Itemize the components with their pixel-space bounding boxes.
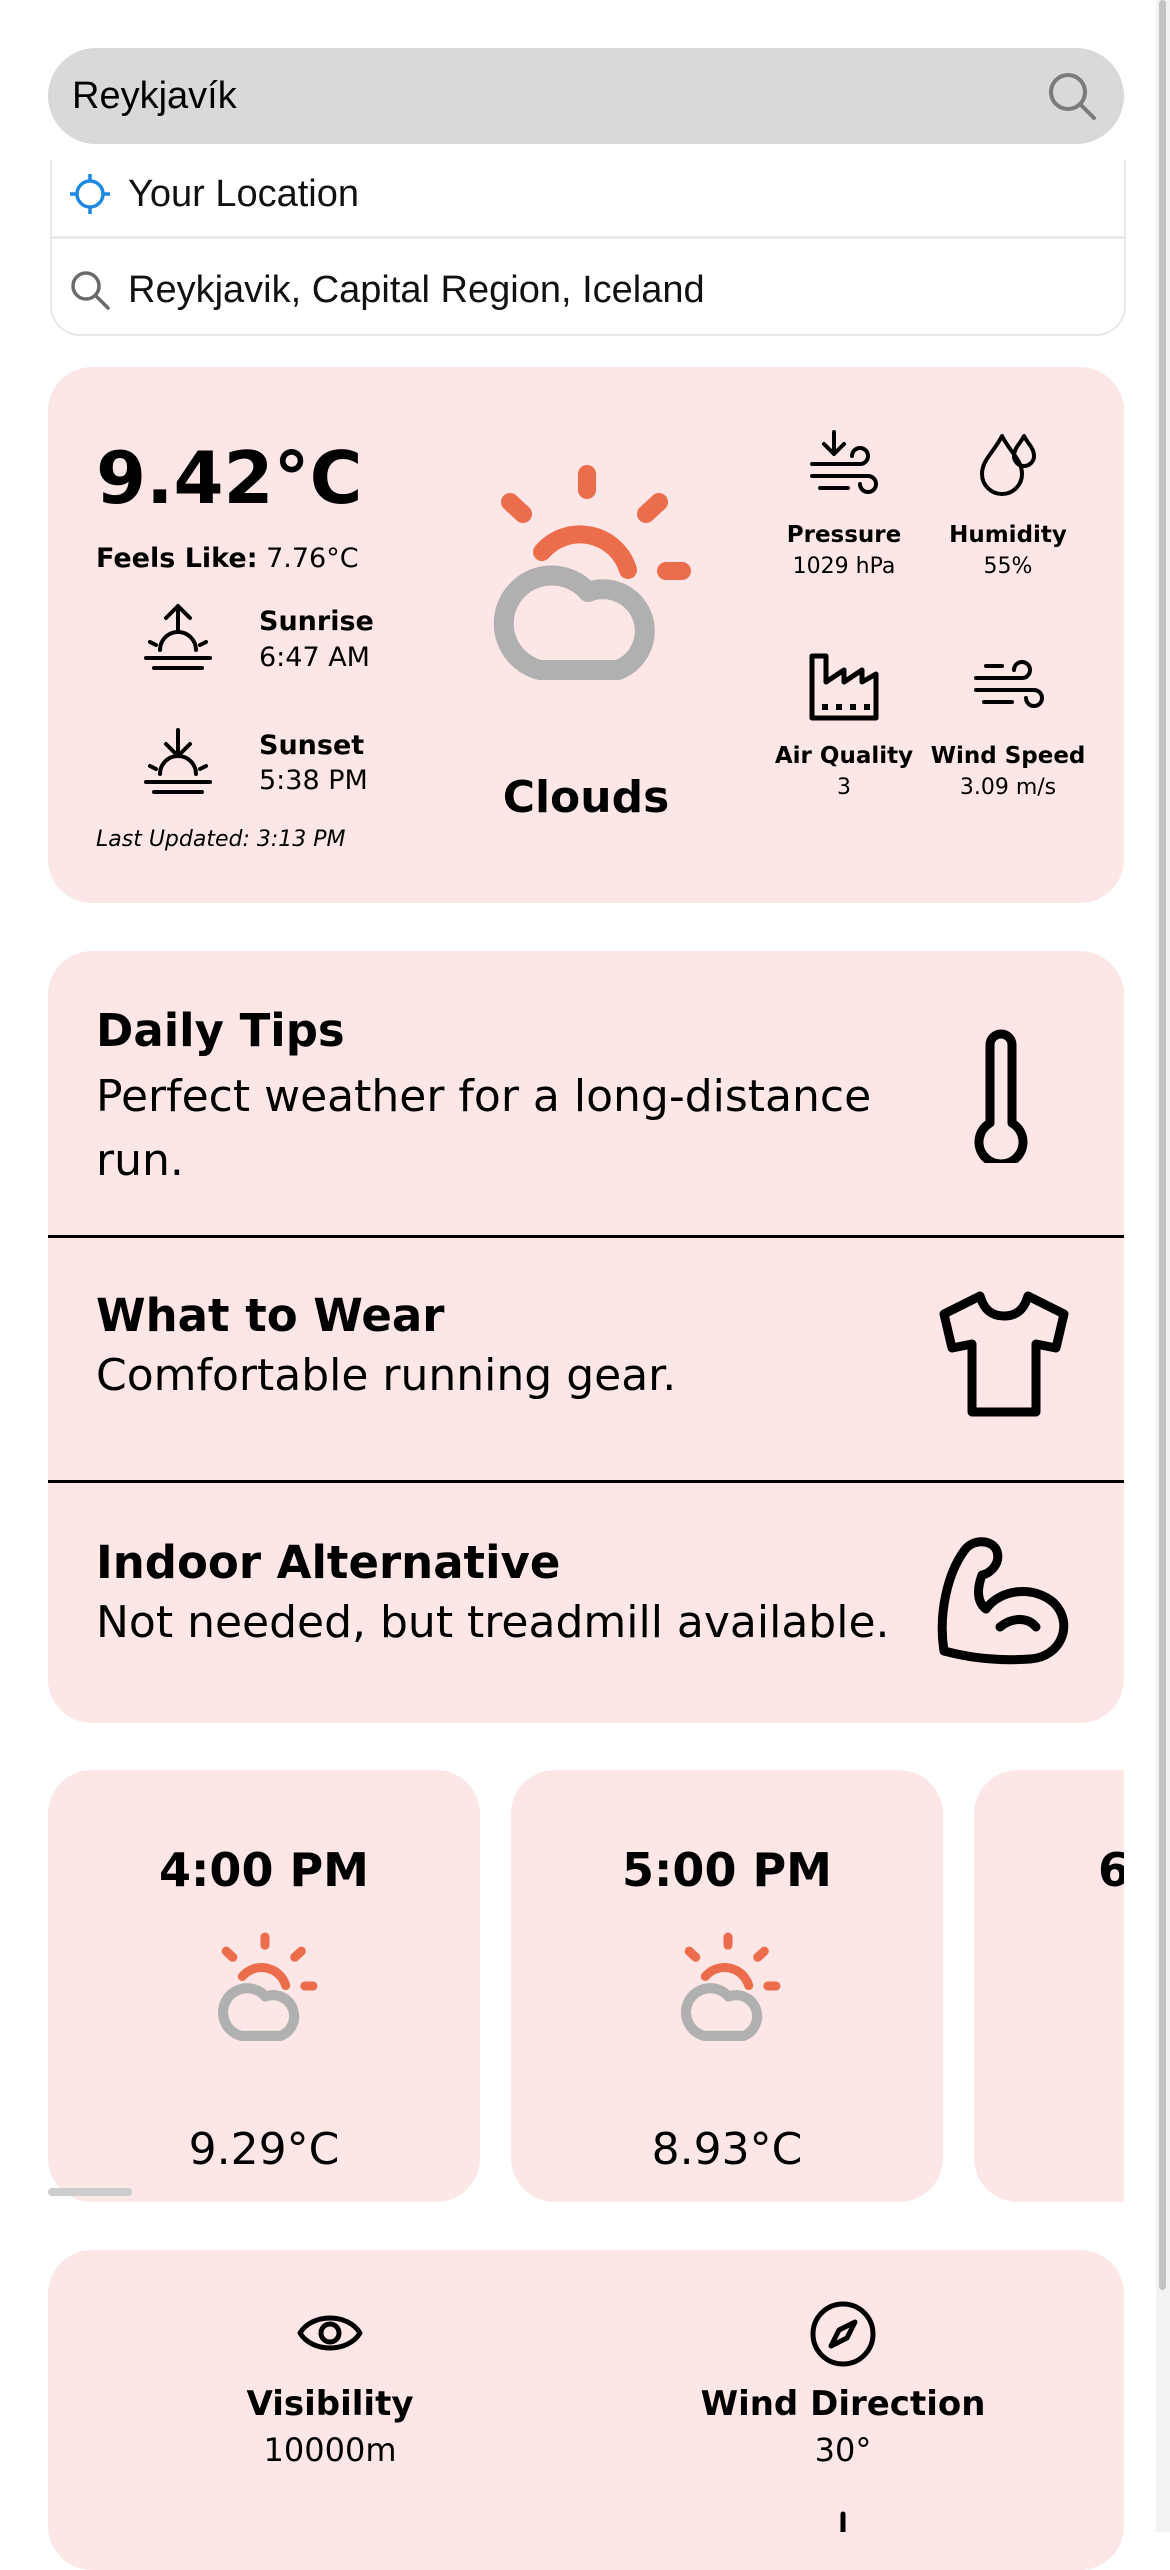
feels-like-value: 7.76°C: [266, 543, 359, 574]
pressure-label: Pressure: [786, 522, 902, 548]
wind-direction-value: 30°: [814, 2431, 872, 2469]
wind-speed-value: 3.09 m/s: [959, 775, 1057, 800]
tip-text: Perfect weather for a long-distance run.: [96, 1071, 872, 1186]
search-suggestions: Your Location Reykjavik, Capital Region,…: [50, 160, 1126, 336]
suggestion-your-location[interactable]: Your Location: [52, 160, 1124, 246]
tip-daily: Daily Tips Perfect weather for a long-di…: [48, 951, 1124, 1236]
search-bar[interactable]: [48, 48, 1124, 144]
tip-title: Indoor Alternative: [96, 1536, 561, 1589]
current-temperature: 9.42°C: [96, 436, 363, 520]
tip-text: Not needed, but treadmill available.: [96, 1597, 890, 1648]
sunset-icon: [144, 728, 212, 794]
tip-what-to-wear: What to Wear Comfortable running gear.: [48, 1238, 1124, 1478]
visibility-label: Visibility: [246, 2384, 414, 2424]
hourly-temp: 9.29°C: [188, 2124, 340, 2175]
sunrise-label: Sunrise: [259, 606, 374, 637]
pressure-value: 1029 hPa: [792, 554, 896, 579]
last-updated: Last Updated: 3:13 PM: [96, 827, 346, 852]
hourly-card: 6: [974, 1770, 1124, 2202]
feels-like: Feels Like: 7.76°C: [96, 542, 359, 576]
suggestion-label: Reykjavik, Capital Region, Iceland: [128, 269, 705, 311]
factory-icon: [809, 653, 879, 721]
pressure-icon: [810, 430, 878, 494]
suggestion-reykjavik[interactable]: Reykjavik, Capital Region, Iceland: [52, 248, 1124, 334]
hourly-scroll-indicator[interactable]: [48, 2188, 132, 2196]
wind-icon: [974, 660, 1044, 708]
sunset-label: Sunset: [259, 730, 365, 761]
hourly-card-partial[interactable]: 6: [974, 1770, 1124, 2202]
search-icon: [71, 271, 110, 310]
location-crosshair-icon: [70, 174, 110, 214]
suggestion-label: Your Location: [128, 173, 360, 215]
hourly-time: 5:00 PM: [622, 1843, 832, 1897]
hourly-temp: 8.93°C: [651, 2124, 803, 2175]
visibility-value: 10000m: [263, 2431, 397, 2469]
wind-speed-label: Wind Speed: [930, 743, 1086, 769]
hourly-card[interactable]: 5:00 PM 8.93°C: [511, 1770, 943, 2202]
tip-indoor-alternative: Indoor Alternative Not needed, but tread…: [48, 1483, 1124, 1723]
hourly-card[interactable]: 4:00 PM 9.29°C: [48, 1770, 480, 2202]
page-scrollbar[interactable]: [1156, 0, 1170, 2532]
search-input[interactable]: [72, 48, 1032, 144]
hourly-time: 6: [1098, 1843, 1124, 1897]
sun-cloud-icon: [217, 1932, 318, 2041]
tshirt-icon: [939, 1291, 1069, 1417]
partial-icon: [840, 2511, 846, 2532]
tips-card: Daily Tips Perfect weather for a long-di…: [48, 951, 1124, 1723]
scrollbar-thumb[interactable]: [1159, 0, 1166, 2290]
tip-title: Daily Tips: [96, 1004, 345, 1057]
eye-icon: [297, 2315, 363, 2351]
humidity-label: Humidity: [949, 522, 1067, 548]
thermometer-icon: [974, 1029, 1028, 1163]
air-quality-value: 3: [837, 775, 851, 800]
sun-cloud-icon: [493, 465, 691, 680]
search-icon[interactable]: [1046, 70, 1098, 122]
sunset-time: 5:38 PM: [259, 765, 368, 796]
sunrise-time: 6:47 AM: [259, 642, 370, 673]
suggestion-divider: [52, 236, 1124, 239]
wind-direction-label: Wind Direction: [700, 2384, 986, 2424]
sunrise-icon: [144, 604, 212, 670]
weather-condition: Clouds: [502, 772, 670, 823]
muscle-icon: [937, 1537, 1069, 1665]
tip-text: Comfortable running gear.: [96, 1350, 677, 1401]
air-quality-label: Air Quality: [774, 743, 914, 769]
tip-title: What to Wear: [96, 1289, 445, 1342]
sun-cloud-icon: [680, 1932, 781, 2041]
humidity-icon: [980, 434, 1036, 496]
hourly-time: 4:00 PM: [159, 1843, 369, 1897]
humidity-value: 55%: [983, 554, 1033, 579]
compass-icon: [810, 2301, 876, 2367]
feels-like-label: Feels Like:: [96, 543, 258, 574]
